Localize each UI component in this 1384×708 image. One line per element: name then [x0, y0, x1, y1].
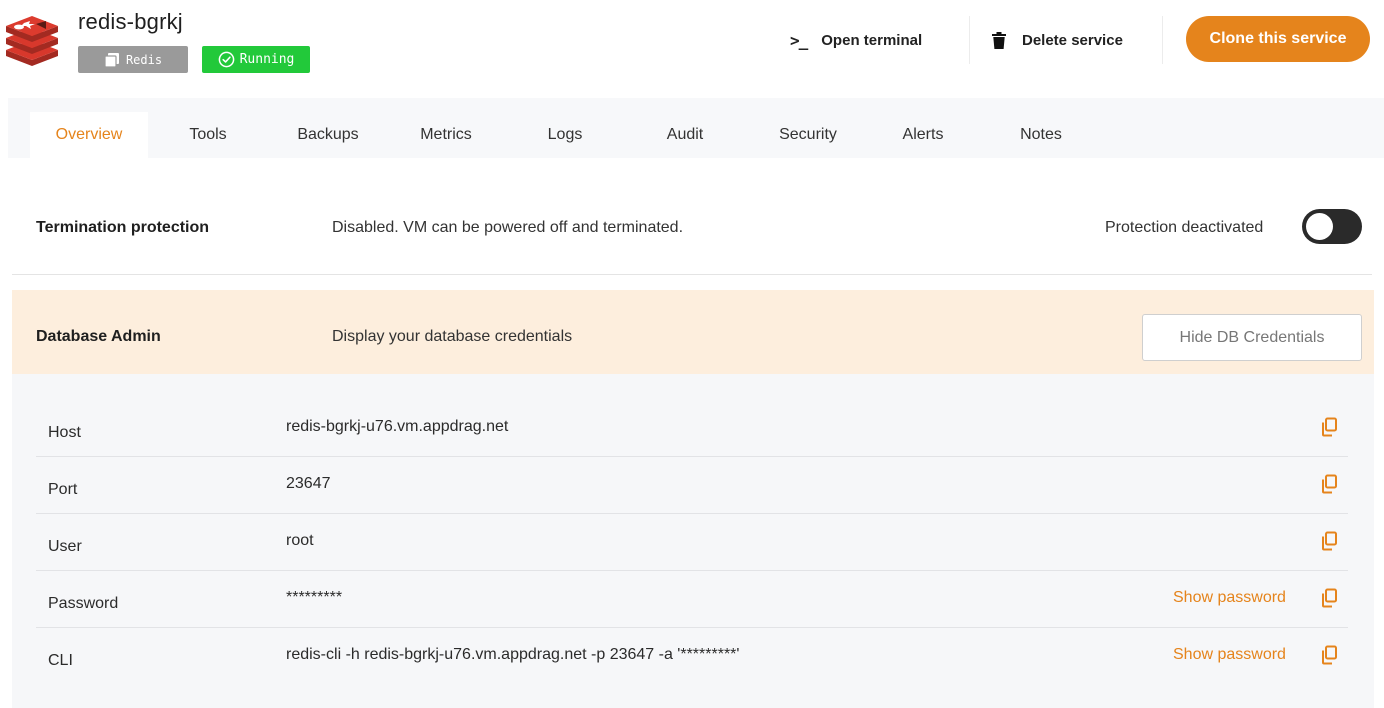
status-badge: Running — [202, 46, 310, 73]
copy-icon[interactable] — [1320, 531, 1338, 551]
copy-icon[interactable] — [1320, 645, 1338, 665]
credential-value: redis-bgrkj-u76.vm.appdrag.net — [286, 418, 509, 435]
credential-row-password: Password ********* Show password — [36, 571, 1348, 628]
credential-row-user: User root — [36, 514, 1348, 571]
tab-notes[interactable]: Notes — [1004, 112, 1078, 158]
database-admin-description: Display your database credentials — [332, 328, 573, 345]
credential-key: Password — [48, 595, 119, 612]
status-label: Running — [239, 52, 295, 67]
tab-security[interactable]: Security — [760, 112, 856, 158]
service-name: redis-bgrkj — [78, 9, 183, 34]
credentials-panel: Host redis-bgrkj-u76.vm.appdrag.net Port… — [12, 374, 1374, 708]
check-circle-icon — [218, 51, 234, 68]
open-terminal-label: Open terminal — [821, 31, 923, 49]
header-divider — [1162, 16, 1163, 64]
show-password-link[interactable]: Show password — [1173, 646, 1286, 664]
clone-service-button[interactable]: Clone this service — [1186, 16, 1370, 62]
credential-value: 23647 — [286, 475, 331, 492]
section-divider — [12, 274, 1372, 275]
credential-key: User — [48, 538, 82, 555]
tab-metrics[interactable]: Metrics — [404, 112, 488, 158]
termination-protection-description: Disabled. VM can be powered off and term… — [332, 219, 684, 236]
credential-value: root — [286, 532, 314, 549]
database-admin-label: Database Admin — [36, 328, 161, 345]
toggle-knob — [1306, 213, 1333, 240]
service-type-label: Redis — [125, 52, 163, 67]
credential-row-cli: CLI redis-cli -h redis-bgrkj-u76.vm.appd… — [36, 628, 1348, 685]
delete-service-button[interactable]: Delete service — [992, 22, 1123, 58]
terminal-icon: >_ — [790, 30, 808, 50]
credential-row-host: Host redis-bgrkj-u76.vm.appdrag.net — [36, 400, 1348, 457]
service-header: redis-bgrkj Redis Running >_ Open termin… — [0, 0, 1384, 96]
termination-protection-label: Termination protection — [36, 219, 210, 236]
copy-icon[interactable] — [1320, 474, 1338, 494]
tab-bar: Overview Tools Backups Metrics Logs Audi… — [8, 98, 1384, 158]
tab-tools[interactable]: Tools — [168, 112, 248, 158]
hide-db-credentials-button[interactable]: Hide DB Credentials — [1142, 314, 1362, 361]
redis-logo-icon — [6, 16, 58, 66]
header-divider — [969, 16, 970, 64]
tab-logs[interactable]: Logs — [532, 112, 598, 158]
credential-key: CLI — [48, 652, 73, 669]
open-terminal-button[interactable]: >_ Open terminal — [790, 22, 922, 58]
trash-icon — [992, 31, 1006, 49]
credential-key: Port — [48, 481, 78, 498]
tab-backups[interactable]: Backups — [280, 112, 376, 158]
show-password-link[interactable]: Show password — [1173, 589, 1286, 607]
credential-value: redis-cli -h redis-bgrkj-u76.vm.appdrag.… — [286, 646, 740, 663]
credential-key: Host — [48, 424, 81, 441]
tab-audit[interactable]: Audit — [650, 112, 720, 158]
tab-overview[interactable]: Overview — [30, 112, 148, 158]
delete-service-label: Delete service — [1022, 31, 1123, 49]
protection-state-text: Protection deactivated — [1105, 219, 1264, 236]
termination-protection-toggle[interactable] — [1302, 209, 1362, 244]
instances-icon — [104, 52, 119, 68]
database-admin-section: Database Admin Display your database cre… — [12, 290, 1374, 374]
tab-alerts[interactable]: Alerts — [886, 112, 960, 158]
copy-icon[interactable] — [1320, 417, 1338, 437]
copy-icon[interactable] — [1320, 588, 1338, 608]
credential-row-port: Port 23647 — [36, 457, 1348, 514]
credential-value: ********* — [286, 589, 343, 606]
service-type-badge: Redis — [78, 46, 188, 73]
